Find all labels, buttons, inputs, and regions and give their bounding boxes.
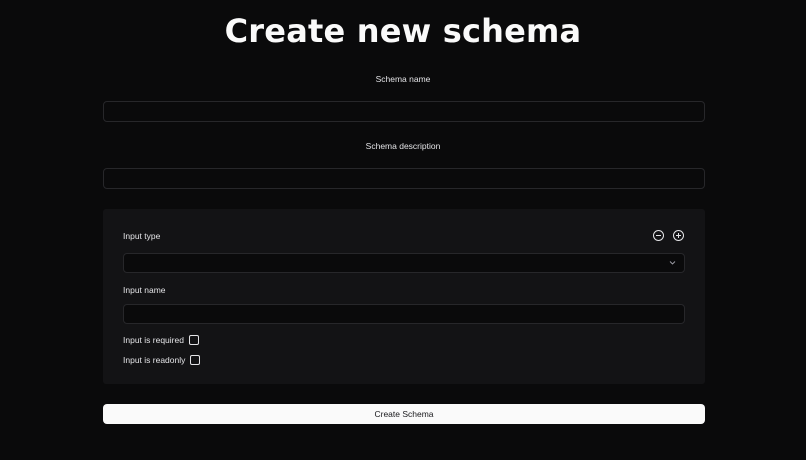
- minus-circle-icon: [656, 235, 661, 236]
- input-required-label: Input is required: [123, 335, 184, 345]
- plus-circle-icon: [676, 233, 681, 238]
- input-type-label: Input type: [123, 231, 161, 241]
- input-definition-panel: Input type Input name Input is required: [103, 209, 705, 384]
- readonly-row: Input is readonly: [123, 354, 201, 366]
- input-required-checkbox[interactable]: [188, 335, 199, 345]
- input-name-field[interactable]: [123, 304, 685, 324]
- input-type-select[interactable]: [123, 253, 685, 273]
- create-schema-button[interactable]: Create Schema: [103, 404, 705, 424]
- schema-name-input[interactable]: [103, 101, 705, 122]
- create-schema-page: Create new schema Schema name Schema des…: [0, 0, 806, 460]
- schema-name-label: Schema name: [375, 74, 431, 84]
- schema-description-label: Schema description: [365, 141, 441, 151]
- input-name-label: Input name: [123, 285, 166, 295]
- page-title: Create new schema: [224, 12, 582, 50]
- add-input-button[interactable]: [673, 230, 684, 241]
- schema-description-input[interactable]: [103, 168, 705, 189]
- input-readonly-label: Input is readonly: [123, 355, 186, 365]
- required-row: Input is required: [123, 334, 199, 346]
- remove-input-button[interactable]: [653, 230, 664, 241]
- chevron-down-icon: [669, 261, 676, 265]
- input-readonly-checkbox[interactable]: [190, 355, 201, 365]
